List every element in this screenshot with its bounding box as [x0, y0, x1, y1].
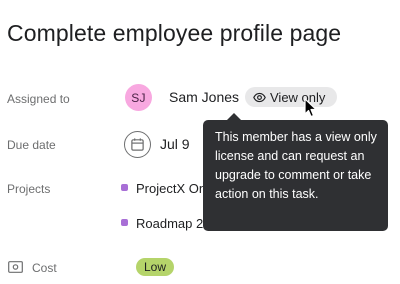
avatar[interactable]: SJ: [125, 84, 152, 111]
cost-label: Cost: [32, 261, 57, 275]
project-color-dot: [121, 219, 128, 226]
view-only-badge[interactable]: View only: [245, 87, 337, 107]
task-detail-panel: Complete employee profile page Assigned …: [0, 0, 400, 284]
due-date-label: Due date: [7, 138, 56, 152]
projects-label: Projects: [7, 182, 51, 196]
project-item-projectx[interactable]: ProjectX On: [136, 181, 206, 196]
view-only-tooltip: This member has a view only license and …: [203, 120, 388, 231]
assignee-name[interactable]: Sam Jones: [169, 89, 239, 105]
mouse-cursor-icon: [304, 98, 318, 118]
project-color-dot: [121, 184, 128, 191]
eye-icon: [253, 91, 266, 104]
assigned-to-label: Assigned to: [7, 92, 70, 106]
cost-value-badge[interactable]: Low: [136, 258, 175, 276]
money-icon: [8, 260, 23, 273]
project-item-roadmap[interactable]: Roadmap 20: [136, 216, 210, 231]
task-title[interactable]: Complete employee profile page: [7, 20, 341, 47]
due-date-value[interactable]: Jul 9: [160, 136, 190, 152]
calendar-icon[interactable]: [124, 131, 151, 158]
